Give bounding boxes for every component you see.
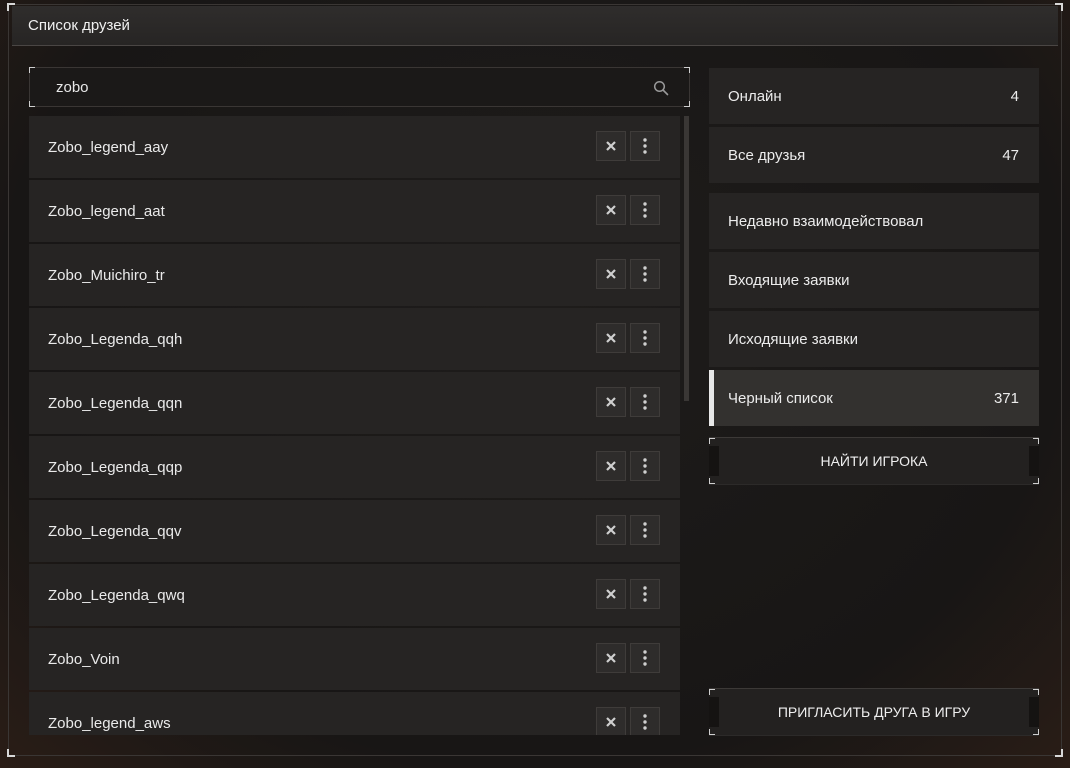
find-player-label: НАЙТИ ИГРОКА — [820, 453, 928, 469]
friend-name: Zobo_Voin — [48, 650, 120, 668]
friend-options-button[interactable] — [630, 131, 660, 161]
remove-friend-button[interactable] — [596, 643, 626, 673]
find-player-button[interactable]: НАЙТИ ИГРОКА — [709, 437, 1039, 485]
remove-friend-button[interactable] — [596, 579, 626, 609]
close-icon — [606, 205, 616, 215]
friend-row[interactable]: Zobo_Legenda_qqn — [29, 372, 680, 434]
close-icon — [606, 397, 616, 407]
more-vertical-icon — [643, 394, 647, 410]
close-icon — [606, 333, 616, 343]
search-icon[interactable] — [653, 80, 669, 96]
category-label: Недавно взаимодействовал — [728, 212, 924, 230]
category-item[interactable]: Недавно взаимодействовал — [709, 193, 1039, 249]
close-icon — [606, 141, 616, 151]
category-item[interactable]: Исходящие заявки — [709, 311, 1039, 367]
friend-options-button[interactable] — [630, 195, 660, 225]
category-label: Онлайн — [728, 87, 782, 105]
more-vertical-icon — [643, 650, 647, 666]
more-vertical-icon — [643, 202, 647, 218]
friend-row[interactable]: Zobo_Legenda_qwq — [29, 564, 680, 626]
friend-options-button[interactable] — [630, 323, 660, 353]
friend-row[interactable]: Zobo_legend_aat — [29, 180, 680, 242]
friend-name: Zobo_Legenda_qqp — [48, 458, 183, 476]
remove-friend-button[interactable] — [596, 387, 626, 417]
friend-name: Zobo_legend_aay — [48, 138, 169, 156]
friend-row[interactable]: Zobo_Muichiro_tr — [29, 244, 680, 306]
invite-friend-label: ПРИГЛАСИТЬ ДРУГА В ИГРУ — [777, 704, 971, 720]
close-icon — [606, 717, 616, 727]
category-item[interactable]: Черный список 371 — [709, 370, 1039, 426]
friend-options-button[interactable] — [630, 451, 660, 481]
category-count: 371 — [993, 389, 1019, 407]
friend-options-button[interactable] — [630, 643, 660, 673]
more-vertical-icon — [643, 458, 647, 474]
category-label: Исходящие заявки — [728, 330, 858, 348]
category-item[interactable]: Онлайн 4 — [709, 68, 1039, 124]
friend-list[interactable]: Zobo_legend_aay Zobo_legend_aat Zobo_Muich… — [29, 116, 680, 735]
category-label: Все друзья — [728, 146, 806, 164]
search-input[interactable] — [56, 78, 636, 96]
close-icon — [606, 589, 616, 599]
remove-friend-button[interactable] — [596, 707, 626, 735]
friend-name: Zobo_Legenda_qqh — [48, 330, 183, 348]
friend-options-button[interactable] — [630, 515, 660, 545]
category-count: 47 — [1002, 146, 1019, 164]
friends-window: Список друзей Zobo_legend_aayZobo_legend… — [0, 0, 1070, 768]
more-vertical-icon — [643, 522, 647, 538]
remove-friend-button[interactable] — [596, 323, 626, 353]
close-icon — [606, 653, 616, 663]
friend-row[interactable]: Zobo_Legenda_qqh — [29, 308, 680, 370]
more-vertical-icon — [643, 586, 647, 602]
friend-name: Zobo_Legenda_qwq — [48, 586, 185, 604]
more-vertical-icon — [643, 266, 647, 282]
more-vertical-icon — [643, 330, 647, 346]
friend-name: Zobo_legend_aat — [48, 202, 165, 220]
friend-options-button[interactable] — [630, 387, 660, 417]
window-title-bar: Список друзей — [12, 6, 1058, 46]
more-vertical-icon — [643, 138, 647, 154]
friend-options-button[interactable] — [630, 259, 660, 289]
remove-friend-button[interactable] — [596, 515, 626, 545]
friend-name: Zobo_legend_aws — [48, 714, 171, 732]
close-icon — [606, 461, 616, 471]
friend-name: Zobo_Legenda_qqn — [48, 394, 183, 412]
category-count: 4 — [1010, 87, 1019, 105]
more-vertical-icon — [643, 714, 647, 730]
friend-name: Zobo_Legenda_qqv — [48, 522, 182, 540]
friend-row[interactable]: Zobo_Legenda_qqp — [29, 436, 680, 498]
friend-search-field[interactable] — [29, 67, 690, 107]
remove-friend-button[interactable] — [596, 259, 626, 289]
remove-friend-button[interactable] — [596, 451, 626, 481]
friend-options-button[interactable] — [630, 579, 660, 609]
friend-row[interactable]: Zobo_Voin — [29, 628, 680, 690]
close-icon — [606, 269, 616, 279]
invite-friend-button[interactable]: ПРИГЛАСИТЬ ДРУГА В ИГРУ — [709, 688, 1039, 736]
category-label: Черный список — [728, 389, 833, 407]
friend-list-scrollbar[interactable] — [684, 116, 689, 401]
friend-options-button[interactable] — [630, 707, 660, 735]
category-item[interactable]: Входящие заявки — [709, 252, 1039, 308]
category-item[interactable]: Все друзья 47 — [709, 127, 1039, 183]
remove-friend-button[interactable] — [596, 195, 626, 225]
category-label: Входящие заявки — [728, 271, 850, 289]
close-icon — [606, 525, 616, 535]
window-title: Список друзей — [28, 17, 130, 34]
remove-friend-button[interactable] — [596, 131, 626, 161]
friend-name: Zobo_Muichiro_tr — [48, 266, 165, 284]
friend-row[interactable]: Zobo_Legenda_qqv — [29, 500, 680, 562]
friend-row[interactable]: Zobo_legend_aws — [29, 692, 680, 735]
friend-row[interactable]: Zobo_legend_aay — [29, 116, 680, 178]
